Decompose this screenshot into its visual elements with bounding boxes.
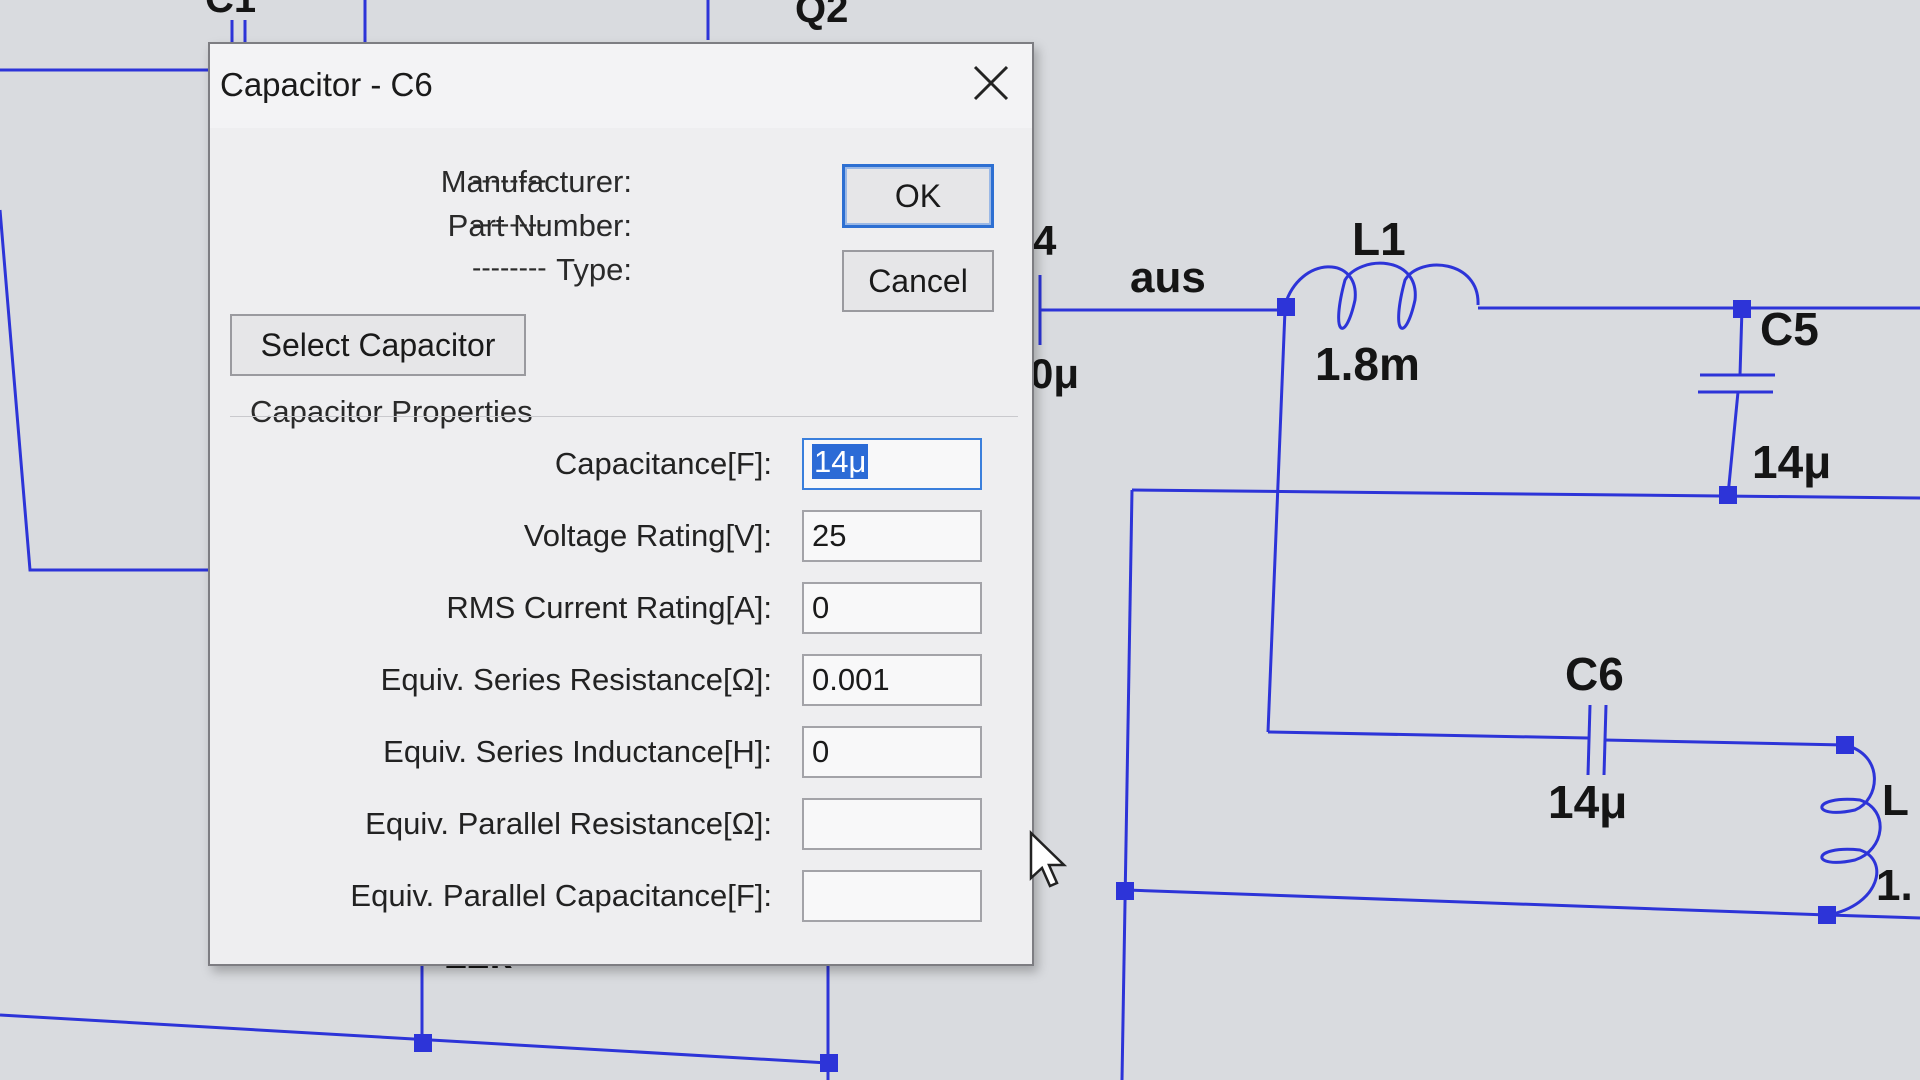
label-l2: L [1882, 776, 1909, 825]
label-c5: C5 [1760, 303, 1819, 355]
mouse-cursor-icon [1029, 830, 1068, 888]
capacitance-label: Capacitance[F]: [554, 446, 772, 481]
voltage-rating-label: Voltage Rating[V]: [523, 518, 772, 553]
wire [1267, 730, 1589, 740]
junction-dot [1116, 882, 1134, 900]
junction-dot [1733, 300, 1751, 318]
label-l1: L1 [1352, 213, 1406, 265]
series-resistance-input[interactable] [802, 654, 982, 706]
label-c6: C6 [1565, 648, 1624, 700]
label-c5-value: 14μ [1752, 436, 1831, 488]
series-inductance-input[interactable] [802, 726, 982, 778]
dialog-titlebar[interactable]: Capacitor - C6 [210, 44, 1032, 128]
capacitor-c6-symbol [1586, 704, 1592, 776]
close-button[interactable] [968, 60, 1014, 106]
wire [0, 209, 240, 572]
type-label: Type: [556, 252, 632, 287]
label-l2-value: 1. [1876, 861, 1913, 910]
inductor-l1-symbol [1283, 261, 1480, 330]
select-capacitor-button[interactable]: Select Capacitor [230, 314, 526, 376]
wire [1603, 738, 1846, 747]
rms-current-rating-label: RMS Current Rating[A]: [446, 590, 772, 625]
label-aus: aus [1130, 253, 1206, 302]
label-q2: Q2 [795, 0, 848, 31]
junction-dot [1818, 906, 1836, 924]
ok-button[interactable]: OK [842, 164, 994, 228]
wire [1120, 489, 1134, 1080]
inductor-l2-symbol [1820, 743, 1882, 917]
close-icon [973, 65, 1009, 101]
junction-dot [1836, 736, 1854, 754]
capacitance-value: 14μ [812, 444, 869, 479]
wire [1738, 307, 1744, 376]
label-c4-value: 0μ [1030, 350, 1079, 397]
part-number-value: -------- [472, 208, 547, 239]
label-c1: C1 [205, 0, 256, 21]
parallel-capacitance-label: Equiv. Parallel Capacitance[F]: [350, 878, 772, 913]
series-inductance-label: Equiv. Series Inductance[H]: [383, 734, 772, 769]
parallel-capacitance-input[interactable] [802, 870, 982, 922]
capacitor-dialog: Capacitor - C6 Manufacturer: -------- Pa… [208, 42, 1034, 966]
label-net4: 4 [1033, 217, 1057, 264]
parallel-resistance-label: Equiv. Parallel Resistance[Ω]: [365, 806, 772, 841]
voltage-rating-input[interactable] [802, 510, 982, 562]
manufacturer-value: -------- [472, 164, 547, 195]
rms-current-rating-input[interactable] [802, 582, 982, 634]
junction-dot [1277, 298, 1295, 316]
parallel-resistance-input[interactable] [802, 798, 982, 850]
junction-dot [414, 1034, 432, 1052]
label-l1-value: 1.8m [1315, 338, 1420, 390]
junction-dot [820, 1054, 838, 1072]
dialog-title: Capacitor - C6 [220, 66, 433, 103]
capacitance-input[interactable]: 14μ [802, 438, 982, 490]
label-c6-value: 14μ [1548, 776, 1627, 828]
type-value: -------- [472, 252, 547, 283]
wire [1726, 391, 1740, 496]
series-resistance-label: Equiv. Series Resistance[Ω]: [380, 662, 772, 697]
junction-dot [1719, 486, 1737, 504]
wire [1131, 488, 1920, 500]
wire [1827, 913, 1920, 920]
wire [1266, 309, 1287, 733]
cancel-button[interactable]: Cancel [842, 250, 994, 312]
wire [1125, 888, 1829, 917]
